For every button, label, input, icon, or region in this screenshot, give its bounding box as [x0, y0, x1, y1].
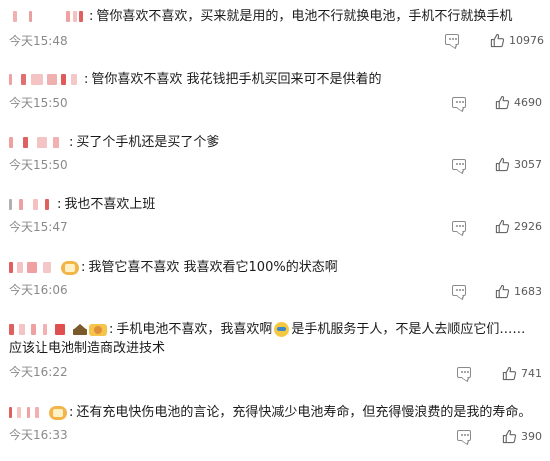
username-redacted[interactable] [9, 198, 57, 211]
comment-text: 管你喜欢不喜欢 我花钱把手机买回来可不是供着的 [91, 72, 382, 87]
comment-time: 今天15:50 [9, 96, 68, 110]
reply-icon[interactable] [457, 367, 471, 378]
like-count: 741 [521, 366, 542, 380]
thumbs-up-icon [502, 429, 517, 443]
like-button[interactable]: 741 [502, 364, 542, 382]
reply-icon[interactable] [452, 159, 466, 170]
reply-icon[interactable] [452, 97, 466, 108]
username-redacted[interactable] [9, 406, 47, 419]
comment-text: 管你喜欢不喜欢，买来就是用的，电池不行就换电池，手机不行就换手机 [96, 9, 513, 24]
comment-text: 买了个手机还是买了个爹 [76, 135, 220, 150]
like-count: 390 [521, 429, 542, 443]
fan-badge-icon [49, 405, 67, 420]
reply-icon[interactable] [452, 285, 466, 296]
thumbs-up-icon [495, 157, 510, 171]
thumbs-up-icon [490, 33, 505, 47]
username-redacted[interactable] [9, 261, 59, 274]
name-separator: : [69, 135, 74, 150]
like-button[interactable]: 2926 [495, 217, 542, 235]
like-count: 3057 [514, 157, 542, 171]
comment-time: 今天16:22 [9, 365, 68, 379]
name-separator: : [57, 197, 62, 212]
reply-icon[interactable] [457, 430, 471, 441]
reply-icon[interactable] [445, 34, 459, 45]
comment-time: 今天16:33 [9, 428, 68, 442]
name-separator: : [69, 405, 74, 420]
crown-icon [73, 324, 87, 335]
username-redacted[interactable] [9, 10, 89, 23]
comment-time: 今天15:47 [9, 220, 68, 234]
like-button[interactable]: 3057 [495, 155, 542, 173]
comment-text: 还有充电快伤电池的言论，充得快减少电池寿命，但充得慢浪费的是我的寿命。 [76, 405, 532, 420]
like-count: 10976 [509, 33, 544, 47]
thumbs-up-icon [495, 284, 510, 298]
like-count: 2926 [514, 219, 542, 233]
like-button[interactable]: 4690 [495, 93, 542, 111]
name-separator: : [109, 322, 114, 337]
comment-text: 手机电池不喜欢，我喜欢啊 [116, 322, 273, 337]
username-redacted[interactable] [9, 136, 69, 149]
comment-time: 今天16:06 [9, 283, 68, 297]
reply-icon[interactable] [452, 221, 466, 232]
thumbs-up-icon [495, 219, 510, 233]
fan-badge-icon [61, 260, 79, 275]
level-badge-icon [89, 323, 107, 336]
name-separator: : [84, 72, 89, 87]
like-count: 4690 [514, 95, 542, 109]
crying-laughing-emoji-icon [274, 322, 290, 337]
comment-text: 我管它喜不喜欢 我喜欢看它100%的状态啊 [88, 260, 338, 275]
like-button[interactable]: 390 [502, 427, 542, 445]
comment-time: 今天15:48 [9, 34, 68, 48]
like-button[interactable]: 1683 [495, 282, 542, 300]
name-separator: : [81, 260, 86, 275]
username-redacted[interactable] [9, 323, 71, 336]
comment-text: 我也不喜欢上班 [64, 197, 156, 212]
username-redacted[interactable] [9, 73, 84, 86]
thumbs-up-icon [502, 366, 517, 380]
thumbs-up-icon [495, 95, 510, 109]
like-count: 1683 [514, 284, 542, 298]
comment-time: 今天15:50 [9, 158, 68, 172]
like-button[interactable]: 10976 [490, 31, 544, 49]
name-separator: : [89, 9, 94, 24]
